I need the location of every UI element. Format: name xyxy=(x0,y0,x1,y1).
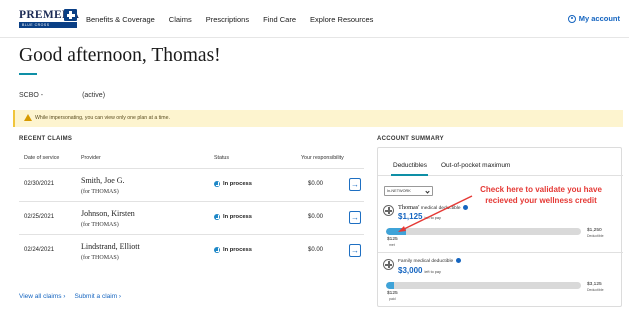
individual-total-amount: $1,250 xyxy=(587,228,602,233)
family-met-amount: $125 xyxy=(387,291,398,296)
tab-deductibles[interactable]: Deductibles xyxy=(393,162,427,169)
family-remaining-caption: left to pay xyxy=(424,270,441,274)
family-deductible-bar-fill xyxy=(386,282,394,289)
header-responsibility: Your responsibility xyxy=(301,155,344,161)
nav-find-care[interactable]: Find Care xyxy=(263,15,296,24)
plan-status: (active) xyxy=(82,92,106,99)
individual-remaining-caption: left to pay xyxy=(424,216,441,220)
in-process-icon xyxy=(214,181,220,187)
individual-remaining: $1,125 left to pay xyxy=(398,212,441,221)
claim-detail-button[interactable]: → xyxy=(349,178,361,191)
plan-selector[interactable]: SCBO - (active) xyxy=(19,92,105,99)
family-total-amount: $3,125 xyxy=(587,282,602,287)
submit-claim-link[interactable]: Submit a claim › xyxy=(74,293,121,300)
warning-icon xyxy=(24,114,32,121)
primary-nav: Benefits & Coverage Claims Prescriptions… xyxy=(86,15,373,24)
individual-deductible-label: Thomas' medical deductible xyxy=(398,204,468,211)
network-select[interactable]: In-NETWORK xyxy=(384,186,433,196)
claim-status-label: In process xyxy=(223,214,252,220)
account-icon xyxy=(567,14,576,23)
claim-status-label: In process xyxy=(223,247,252,253)
account-summary-title: ACCOUNT SUMMARY xyxy=(377,136,444,142)
banner-text: While impersonating, you can view only o… xyxy=(35,115,170,121)
claims-table-header: Date of service Provider Status Your res… xyxy=(19,155,364,165)
member-name: Thomas' xyxy=(398,204,420,211)
individual-deductible-bar-fill xyxy=(386,228,406,235)
my-account-label: My account xyxy=(578,14,620,23)
in-process-icon xyxy=(214,247,220,253)
claim-status: In process xyxy=(214,247,252,253)
table-row: 02/25/2021 Johnson, Kirsten (for THOMAS)… xyxy=(19,201,364,234)
family-remaining: $3,000 left to pay xyxy=(398,266,441,275)
account-summary-card: Deductibles Out-of-pocket maximum In-NET… xyxy=(377,147,623,307)
nav-benefits-coverage[interactable]: Benefits & Coverage xyxy=(86,15,155,24)
individual-deductible-bar xyxy=(386,228,581,235)
family-total-caption: Deductible xyxy=(587,288,604,292)
claim-date: 02/25/2021 xyxy=(24,214,55,220)
in-process-icon xyxy=(214,214,220,220)
claim-provider: Lindstrand, Elliott xyxy=(81,242,140,251)
individual-remaining-amount: $1,125 xyxy=(398,212,423,221)
nav-explore-resources[interactable]: Explore Resources xyxy=(310,15,373,24)
summary-divider xyxy=(378,252,623,253)
greeting-underline xyxy=(19,73,37,75)
greeting-prefix: Good afternoon, xyxy=(19,45,147,66)
nav-claims[interactable]: Claims xyxy=(169,15,192,24)
individual-met-amount: $125 xyxy=(387,237,398,242)
header-status: Status xyxy=(214,155,230,161)
claim-provider: Johnson, Kirsten xyxy=(81,209,135,218)
active-tab-indicator xyxy=(391,174,428,176)
family-remaining-amount: $3,000 xyxy=(398,266,423,275)
family-met-caption: paid xyxy=(389,297,396,301)
nav-prescriptions[interactable]: Prescriptions xyxy=(206,15,249,24)
top-navigation: PREMERA BLUE CROSS Benefits & Coverage C… xyxy=(0,0,629,38)
family-deductible: Family medical deductible $3,000 left to … xyxy=(382,258,618,303)
medical-plus-icon xyxy=(383,205,394,216)
individual-total-caption: Deductible xyxy=(587,234,604,238)
claim-amount: $0.00 xyxy=(308,214,324,220)
claim-detail-button[interactable]: → xyxy=(349,211,361,224)
wellness-credit-annotation: Check here to validate you have recieved… xyxy=(480,185,602,205)
claim-patient: (for THOMAS) xyxy=(81,222,119,228)
logo-subtitle: BLUE CROSS xyxy=(19,22,77,28)
recent-claims-title: RECENT CLAIMS xyxy=(19,136,73,142)
blue-cross-icon xyxy=(64,9,77,21)
claim-status: In process xyxy=(214,181,252,187)
claim-provider: Smith, Joe G. xyxy=(81,176,125,185)
page-greeting: Good afternoon, Thomas! xyxy=(19,45,221,67)
tab-out-of-pocket[interactable]: Out-of-pocket maximum xyxy=(441,162,510,169)
medical-plus-icon xyxy=(383,259,394,270)
claims-links: View all claims › Submit a claim › xyxy=(19,293,121,300)
header-provider: Provider xyxy=(81,155,101,161)
my-account-link[interactable]: My account xyxy=(567,14,620,23)
claim-amount: $0.00 xyxy=(308,181,324,187)
plan-code: SCBO - xyxy=(19,92,44,99)
claim-detail-button[interactable]: → xyxy=(349,244,361,257)
individual-met-caption: met xyxy=(389,243,395,247)
impersonation-banner: While impersonating, you can view only o… xyxy=(13,110,623,127)
summary-tabs: Deductibles Out-of-pocket maximum xyxy=(378,148,623,176)
claim-date: 02/30/2021 xyxy=(24,181,55,187)
individual-deductible: Thomas' medical deductible $1,125 left to… xyxy=(382,204,618,249)
table-row: 02/30/2021 Smith, Joe G. (for THOMAS) In… xyxy=(19,168,364,201)
family-deductible-type: Family medical deductible xyxy=(398,258,454,264)
claim-status: In process xyxy=(214,214,252,220)
family-deductible-label: Family medical deductible xyxy=(398,258,461,264)
premera-logo[interactable]: PREMERA BLUE CROSS xyxy=(19,9,79,31)
claim-patient: (for THOMAS) xyxy=(81,189,119,195)
header-date: Date of service xyxy=(24,155,60,161)
family-deductible-bar xyxy=(386,282,581,289)
greeting-name: Thomas! xyxy=(151,45,221,66)
claim-amount: $0.00 xyxy=(308,247,324,253)
claim-patient: (for THOMAS) xyxy=(81,255,119,261)
deductible-type: medical deductible xyxy=(420,206,461,211)
info-icon[interactable] xyxy=(455,258,461,263)
view-all-claims-link[interactable]: View all claims › xyxy=(19,293,65,300)
info-icon[interactable] xyxy=(462,205,468,211)
table-row: 02/24/2021 Lindstrand, Elliott (for THOM… xyxy=(19,234,364,267)
claim-date: 02/24/2021 xyxy=(24,247,55,253)
claim-status-label: In process xyxy=(223,181,252,187)
